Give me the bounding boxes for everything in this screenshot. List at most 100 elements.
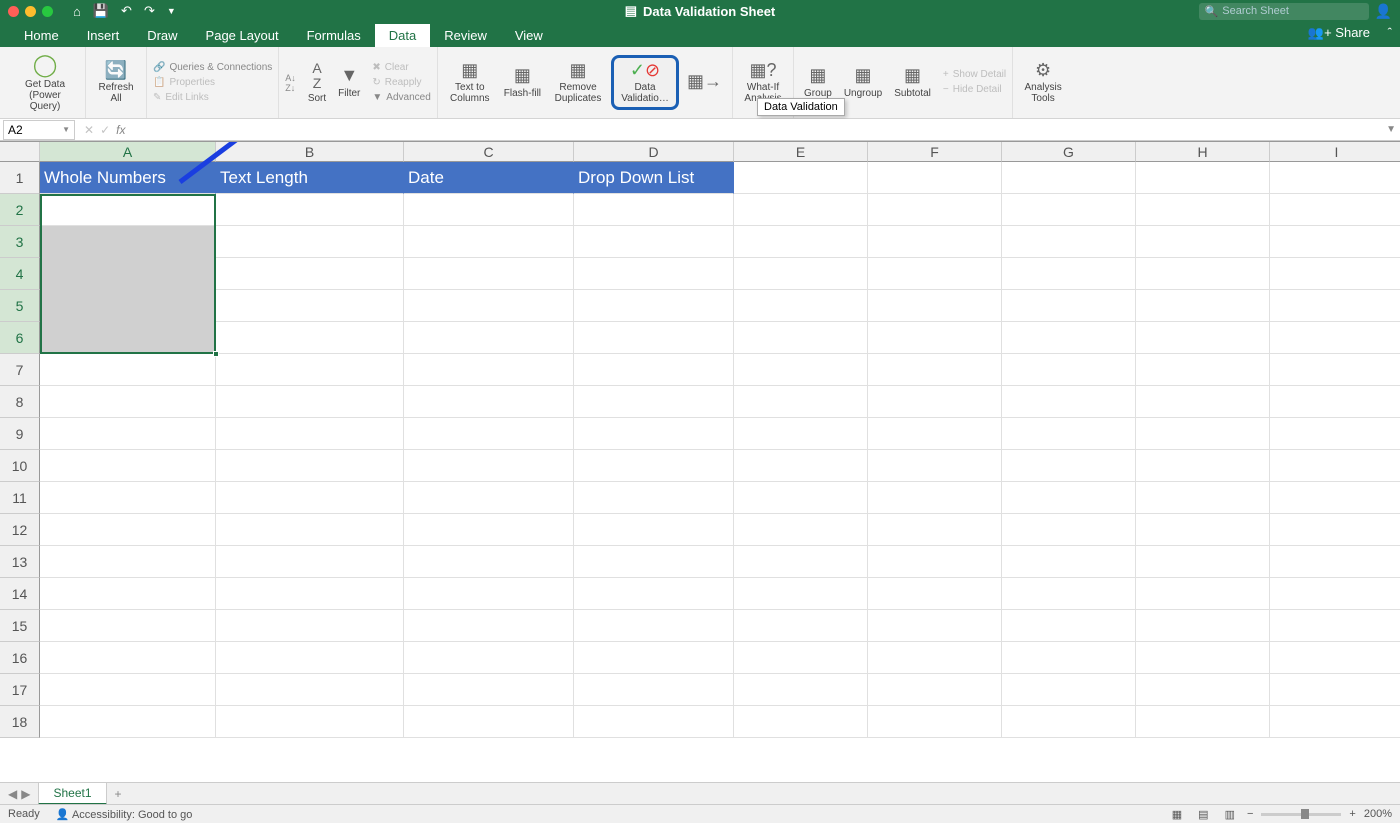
cell-F4[interactable] <box>868 258 1002 290</box>
cell-D13[interactable] <box>574 546 734 578</box>
cell-I11[interactable] <box>1270 482 1400 514</box>
formula-expand-icon[interactable]: ▼ <box>1386 124 1396 135</box>
cell-I16[interactable] <box>1270 642 1400 674</box>
cell-G18[interactable] <box>1002 706 1136 738</box>
cell-E7[interactable] <box>734 354 868 386</box>
refresh-all-button[interactable]: 🔄 Refresh All <box>92 59 140 107</box>
row-header-5[interactable]: 5 <box>0 290 40 322</box>
cell-H5[interactable] <box>1136 290 1270 322</box>
cell-E5[interactable] <box>734 290 868 322</box>
cell-D7[interactable] <box>574 354 734 386</box>
cell-H12[interactable] <box>1136 514 1270 546</box>
cell-G3[interactable] <box>1002 226 1136 258</box>
accessibility-status[interactable]: 👤 Accessibility: Good to go <box>56 808 193 821</box>
cell-F8[interactable] <box>868 386 1002 418</box>
sort-button[interactable]: AZ Sort <box>304 59 330 107</box>
cell-D9[interactable] <box>574 418 734 450</box>
cell-H13[interactable] <box>1136 546 1270 578</box>
tab-insert[interactable]: Insert <box>73 24 134 47</box>
cell-D16[interactable] <box>574 642 734 674</box>
cell-C3[interactable] <box>404 226 574 258</box>
row-header-15[interactable]: 15 <box>0 610 40 642</box>
cell-E17[interactable] <box>734 674 868 706</box>
cell-H17[interactable] <box>1136 674 1270 706</box>
cell-I18[interactable] <box>1270 706 1400 738</box>
cell-E15[interactable] <box>734 610 868 642</box>
cell-H1[interactable] <box>1136 162 1270 194</box>
cell-G11[interactable] <box>1002 482 1136 514</box>
cell-B8[interactable] <box>216 386 404 418</box>
tab-formulas[interactable]: Formulas <box>293 24 375 47</box>
cell-G12[interactable] <box>1002 514 1136 546</box>
qat-dropdown-icon[interactable]: ▼ <box>167 6 176 16</box>
cell-E1[interactable] <box>734 162 868 194</box>
reapply-button[interactable]: ↻Reapply <box>372 76 421 89</box>
row-header-12[interactable]: 12 <box>0 514 40 546</box>
cell-A11[interactable] <box>40 482 216 514</box>
window-close[interactable] <box>8 6 19 17</box>
cell-C14[interactable] <box>404 578 574 610</box>
cell-B2[interactable] <box>216 194 404 226</box>
cell-G14[interactable] <box>1002 578 1136 610</box>
undo-icon[interactable]: ↶ <box>121 3 132 19</box>
subtotal-button[interactable]: ▦Subtotal <box>890 64 935 101</box>
flash-fill-button[interactable]: ▦Flash-fill <box>500 64 545 101</box>
data-validation-button[interactable]: ✓⊘Data Validatio… <box>617 59 673 107</box>
cell-B12[interactable] <box>216 514 404 546</box>
row-header-2[interactable]: 2 <box>0 194 40 226</box>
cell-E18[interactable] <box>734 706 868 738</box>
cell-D4[interactable] <box>574 258 734 290</box>
cell-I14[interactable] <box>1270 578 1400 610</box>
cell-G4[interactable] <box>1002 258 1136 290</box>
cell-H2[interactable] <box>1136 194 1270 226</box>
formula-input[interactable] <box>131 120 1400 140</box>
tab-data[interactable]: Data <box>375 24 430 47</box>
tab-page-layout[interactable]: Page Layout <box>192 24 293 47</box>
tab-review[interactable]: Review <box>430 24 501 47</box>
cell-G16[interactable] <box>1002 642 1136 674</box>
row-header-18[interactable]: 18 <box>0 706 40 738</box>
cell-G2[interactable] <box>1002 194 1136 226</box>
cell-C16[interactable] <box>404 642 574 674</box>
zoom-in-button[interactable]: + <box>1349 808 1355 820</box>
cell-I15[interactable] <box>1270 610 1400 642</box>
cell-A9[interactable] <box>40 418 216 450</box>
tab-draw[interactable]: Draw <box>133 24 191 47</box>
cell-D5[interactable] <box>574 290 734 322</box>
row-header-7[interactable]: 7 <box>0 354 40 386</box>
cell-I17[interactable] <box>1270 674 1400 706</box>
cell-E14[interactable] <box>734 578 868 610</box>
cell-D10[interactable] <box>574 450 734 482</box>
accept-formula-icon[interactable]: ✓ <box>100 123 110 137</box>
advanced-filter-button[interactable]: ▼Advanced <box>372 91 430 104</box>
cell-C12[interactable] <box>404 514 574 546</box>
cell-G5[interactable] <box>1002 290 1136 322</box>
tab-view[interactable]: View <box>501 24 557 47</box>
column-header-I[interactable]: I <box>1270 142 1400 162</box>
cell-D17[interactable] <box>574 674 734 706</box>
cell-E8[interactable] <box>734 386 868 418</box>
edit-links-button[interactable]: ✎Edit Links <box>153 91 209 104</box>
row-header-4[interactable]: 4 <box>0 258 40 290</box>
text-to-columns-button[interactable]: ▦Text to Columns <box>444 59 496 107</box>
name-box[interactable]: A2 ▼ <box>3 120 75 140</box>
cell-F10[interactable] <box>868 450 1002 482</box>
cell-D2[interactable] <box>574 194 734 226</box>
cell-H11[interactable] <box>1136 482 1270 514</box>
cell-F14[interactable] <box>868 578 1002 610</box>
cell-A8[interactable] <box>40 386 216 418</box>
cell-F16[interactable] <box>868 642 1002 674</box>
cell-A2[interactable] <box>40 194 216 226</box>
properties-button[interactable]: 📋Properties <box>153 76 215 89</box>
cell-A16[interactable] <box>40 642 216 674</box>
cell-C5[interactable] <box>404 290 574 322</box>
cell-E12[interactable] <box>734 514 868 546</box>
cell-E6[interactable] <box>734 322 868 354</box>
cell-A14[interactable] <box>40 578 216 610</box>
cell-I6[interactable] <box>1270 322 1400 354</box>
row-header-8[interactable]: 8 <box>0 386 40 418</box>
column-header-C[interactable]: C <box>404 142 574 162</box>
cell-I8[interactable] <box>1270 386 1400 418</box>
page-break-view-icon[interactable]: ▥ <box>1221 808 1239 821</box>
hide-detail-button[interactable]: −Hide Detail <box>943 83 1002 96</box>
